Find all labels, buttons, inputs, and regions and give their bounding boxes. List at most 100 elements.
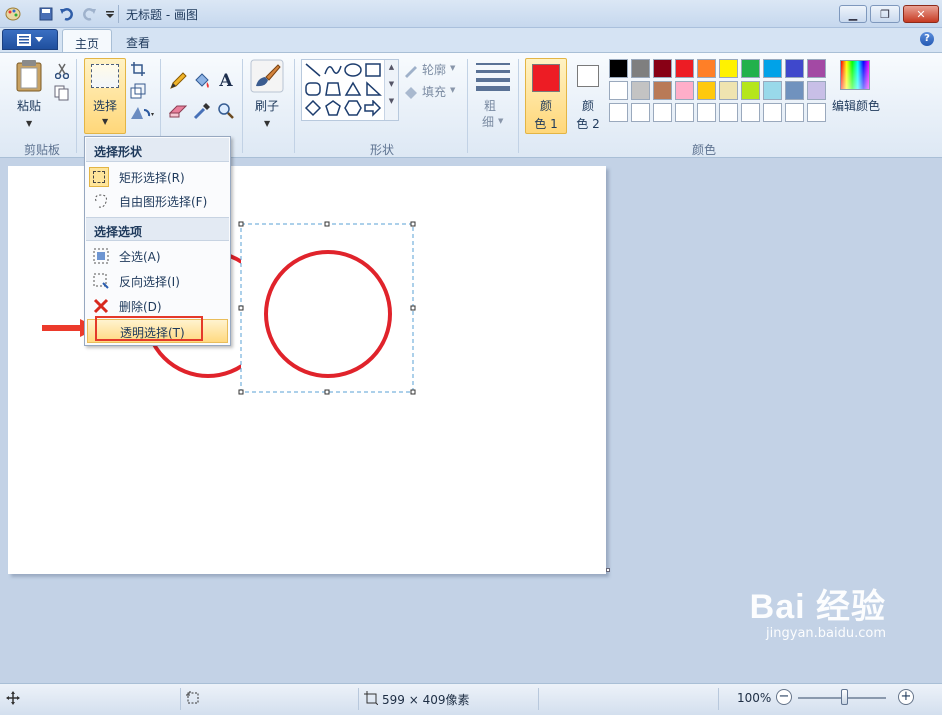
rotate-icon[interactable]	[128, 103, 158, 123]
brush-icon[interactable]	[250, 59, 284, 93]
status-separator	[538, 688, 539, 710]
fill-button[interactable]: 填充	[422, 83, 446, 100]
palette-swatch[interactable]	[763, 59, 782, 78]
color-picker-icon[interactable]	[192, 101, 212, 121]
palette-swatch[interactable]	[653, 59, 672, 78]
menu-item-free-form-selection[interactable]: 自由图形选择(F)	[87, 189, 228, 213]
status-bar: 599 × 409像素 100% − +	[0, 683, 942, 715]
palette-swatch[interactable]	[675, 81, 694, 100]
diamond-shape-icon[interactable]	[304, 100, 322, 117]
menu-item-delete[interactable]: 删除(D)	[87, 294, 228, 318]
palette-swatch[interactable]	[719, 81, 738, 100]
palette-swatch[interactable]	[719, 59, 738, 78]
cursor-position-icon	[6, 691, 20, 705]
palette-swatch[interactable]	[609, 81, 628, 100]
menu-item-label: 删除(D)	[119, 300, 162, 314]
arrow-shape-icon[interactable]	[364, 100, 382, 117]
palette-swatch[interactable]	[785, 103, 804, 122]
pentagon-shape-icon[interactable]	[324, 100, 342, 117]
menu-item-rectangular-selection[interactable]: 矩形选择(R)	[87, 165, 228, 189]
palette-swatch[interactable]	[807, 81, 826, 100]
outline-button[interactable]: 轮廓	[422, 61, 446, 78]
resize-icon[interactable]	[128, 81, 148, 101]
palette-swatch[interactable]	[741, 103, 760, 122]
palette-swatch[interactable]	[675, 103, 694, 122]
restore-button[interactable]: ❐	[870, 5, 900, 23]
palette-swatch[interactable]	[631, 103, 650, 122]
paste-dropdown-icon[interactable]: ▼	[26, 119, 32, 128]
chevron-down-icon: ▼	[498, 117, 504, 125]
tab-view[interactable]: 查看	[114, 29, 162, 53]
zoom-out-button[interactable]: −	[776, 689, 792, 705]
palette-swatch[interactable]	[697, 59, 716, 78]
palette-swatch[interactable]	[741, 81, 760, 100]
customize-quick-access-icon[interactable]	[101, 5, 119, 23]
text-tool-icon[interactable]: A	[216, 71, 236, 91]
palette-swatch[interactable]	[785, 59, 804, 78]
triangle-shape-icon[interactable]	[344, 81, 362, 98]
paste-icon[interactable]	[14, 59, 46, 93]
menu-item-label: 自由图形选择(F)	[119, 195, 208, 209]
palette-swatch[interactable]	[631, 81, 650, 100]
palette-swatch[interactable]	[653, 103, 672, 122]
right-triangle-shape-icon[interactable]	[364, 81, 382, 98]
close-button[interactable]: ✕	[903, 5, 939, 23]
save-icon[interactable]	[37, 5, 55, 23]
pencil-icon[interactable]	[168, 71, 188, 91]
redo-icon[interactable]	[80, 5, 98, 23]
palette-swatch[interactable]	[609, 59, 628, 78]
magnifier-icon[interactable]	[216, 101, 236, 121]
menu-item-label: 全选(A)	[119, 250, 161, 264]
menu-item-select-all[interactable]: 全选(A)	[87, 244, 228, 268]
palette-swatch[interactable]	[807, 103, 826, 122]
crop-icon[interactable]	[128, 59, 148, 79]
palette-swatch[interactable]	[675, 59, 694, 78]
hexagon-shape-icon[interactable]	[344, 100, 362, 117]
paint-app-icon[interactable]	[4, 5, 22, 23]
rounded-rectangle-shape-icon[interactable]	[304, 81, 322, 98]
oval-shape-icon[interactable]	[344, 62, 362, 79]
paint-menu-button[interactable]	[2, 29, 58, 50]
help-icon[interactable]: ?	[920, 32, 934, 46]
select-button[interactable]: 选择 ▼	[84, 58, 126, 134]
rectangle-shape-icon[interactable]	[364, 62, 382, 79]
minimize-button[interactable]: ▁	[839, 5, 867, 23]
menu-item-label: 矩形选择(R)	[119, 171, 185, 185]
palette-swatch[interactable]	[807, 59, 826, 78]
size-icon[interactable]	[476, 61, 510, 91]
palette-swatch[interactable]	[631, 59, 650, 78]
brush-dropdown-icon[interactable]: ▼	[264, 119, 270, 128]
palette-swatch[interactable]	[719, 103, 738, 122]
copy-icon[interactable]	[52, 83, 72, 103]
palette-swatch[interactable]	[697, 81, 716, 100]
shapes-scroll[interactable]: ▲ ▼ ▼	[384, 60, 398, 120]
color1-button[interactable]: 颜 色 1	[525, 58, 567, 134]
palette-swatch[interactable]	[741, 59, 760, 78]
palette-swatch[interactable]	[785, 81, 804, 100]
eraser-icon[interactable]	[168, 101, 188, 121]
menu-item-invert-selection[interactable]: 反向选择(I)	[87, 269, 228, 293]
cut-icon[interactable]	[52, 61, 72, 81]
canvas-resize-handle[interactable]	[606, 568, 610, 572]
palette-swatch[interactable]	[653, 81, 672, 100]
select-rectangle-icon	[91, 64, 119, 88]
palette-swatch[interactable]	[763, 81, 782, 100]
brush-button[interactable]: 刷子	[250, 97, 284, 114]
palette-swatch[interactable]	[763, 103, 782, 122]
paste-button[interactable]: 粘贴	[12, 97, 46, 114]
selection-size-icon	[186, 691, 199, 704]
color2-button[interactable]: 颜 色 2	[570, 59, 606, 135]
undo-icon[interactable]	[58, 5, 76, 23]
zoom-in-button[interactable]: +	[898, 689, 914, 705]
zoom-slider-thumb[interactable]	[841, 689, 848, 705]
edit-colors-icon[interactable]	[840, 60, 870, 90]
fill-bucket-icon[interactable]	[192, 71, 212, 91]
minus-icon: −	[778, 689, 790, 704]
line-shape-icon[interactable]	[304, 62, 322, 79]
edit-colors-button[interactable]: 编辑颜色	[830, 97, 882, 114]
curve-shape-icon[interactable]	[324, 62, 342, 79]
polygon-shape-icon[interactable]	[324, 81, 342, 98]
palette-swatch[interactable]	[697, 103, 716, 122]
palette-swatch[interactable]	[609, 103, 628, 122]
tab-home[interactable]: 主页	[62, 29, 113, 53]
